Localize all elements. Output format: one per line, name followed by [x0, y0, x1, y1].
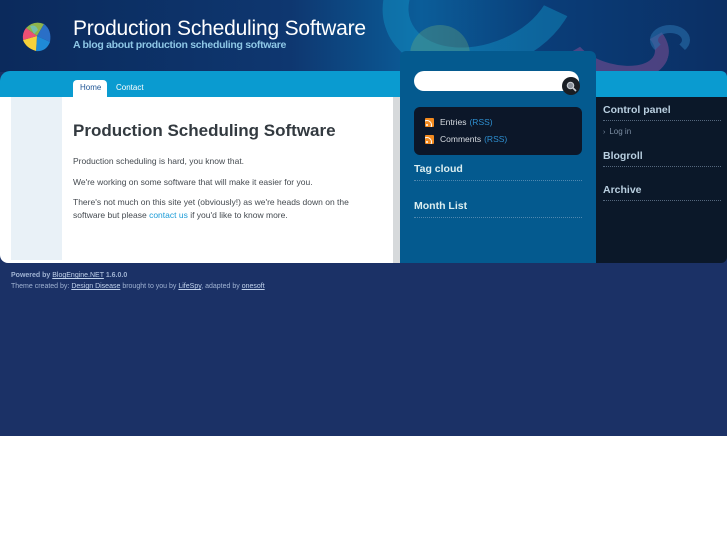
search-input[interactable] — [414, 71, 579, 91]
post-text: if you'd like to know more. — [187, 210, 288, 220]
site-footer: Powered by BlogEngine.NET 1.6.0.0 Theme … — [11, 270, 265, 292]
main-content: Production Scheduling Software Productio… — [0, 97, 393, 263]
archive-heading: Archive — [603, 184, 721, 201]
feed-label[interactable]: Entries — [440, 117, 466, 127]
month-list-heading: Month List — [414, 200, 582, 218]
search-button[interactable] — [562, 77, 580, 95]
nav-bar-right — [596, 71, 727, 97]
footer-powered-line: Powered by BlogEngine.NET 1.6.0.0 — [11, 270, 265, 281]
login-link[interactable]: › Log in — [603, 127, 631, 136]
onesoft-link[interactable]: onesoft — [242, 283, 265, 290]
site-tagline: A blog about production scheduling softw… — [73, 39, 287, 51]
site-header: Production Scheduling Software A blog ab… — [0, 0, 727, 72]
site-title[interactable]: Production Scheduling Software — [73, 17, 366, 41]
footer-text: Theme created by: — [11, 283, 70, 290]
post-paragraph: There's not much on this site yet (obvio… — [73, 196, 373, 222]
sidebar-middle: Entries (RSS) Comments (RSS) Tag cloud M… — [400, 51, 596, 263]
footer-text: brought to you by — [122, 283, 177, 290]
footer-text: , adapted by — [201, 283, 240, 290]
rss-icon — [425, 117, 434, 127]
login-label[interactable]: Log in — [609, 127, 631, 136]
content-divider — [393, 97, 400, 263]
footer-theme-line: Theme created by: Design Disease brought… — [11, 281, 265, 292]
feed-entries: Entries (RSS) — [425, 117, 493, 127]
rss-icon — [425, 134, 434, 144]
feed-comments: Comments (RSS) — [425, 134, 507, 144]
tag-cloud-heading: Tag cloud — [414, 163, 582, 181]
feed-label[interactable]: Comments — [440, 134, 481, 144]
feeds-box: Entries (RSS) Comments (RSS) — [414, 107, 582, 155]
blogroll-heading: Blogroll — [603, 150, 721, 167]
control-panel-heading: Control panel — [603, 104, 721, 121]
post-paragraph: We're working on some software that will… — [73, 177, 313, 187]
search-icon — [566, 81, 577, 92]
tab-contact[interactable]: Contact — [109, 80, 151, 97]
header-decoration — [650, 25, 690, 55]
lifespy-link[interactable]: LifeSpy — [178, 283, 201, 290]
sidebar-right: Control panel › Log in Blogroll Archive — [596, 97, 727, 263]
nav-bar: Home Contact — [0, 71, 400, 97]
blogengine-link[interactable]: BlogEngine.NET — [52, 272, 104, 279]
design-disease-link[interactable]: Design Disease — [71, 283, 120, 290]
footer-version: 1.6.0.0 — [105, 272, 128, 279]
site-logo-icon[interactable] — [20, 18, 54, 54]
chevron-right-icon: › — [603, 129, 606, 136]
post-paragraph: Production scheduling is hard, you know … — [73, 156, 245, 166]
footer-text: Powered by — [11, 272, 51, 279]
rss-link[interactable]: (RSS) — [469, 117, 492, 127]
contact-us-link[interactable]: contact us — [149, 210, 188, 220]
post-title: Production Scheduling Software — [73, 121, 336, 140]
content-left-strip — [11, 97, 62, 260]
tab-home[interactable]: Home — [73, 80, 107, 97]
rss-link[interactable]: (RSS) — [484, 134, 507, 144]
